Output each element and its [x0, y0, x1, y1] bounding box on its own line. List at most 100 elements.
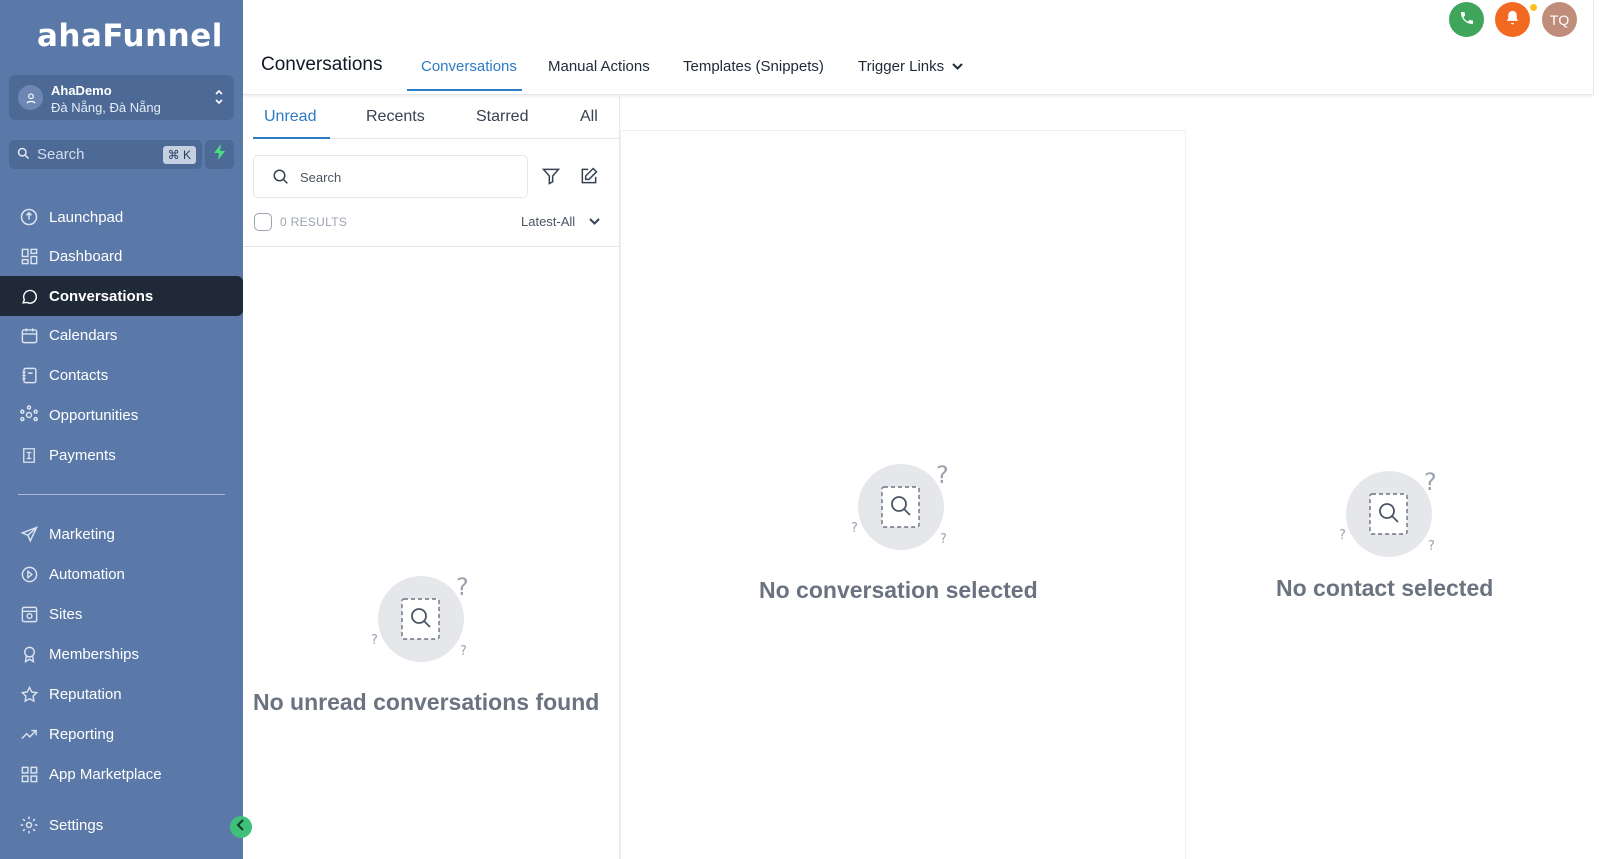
select-all-checkbox[interactable]: [254, 213, 272, 231]
nav-reporting-label: Reporting: [49, 725, 115, 743]
nav-conversations-label: Conversations: [49, 287, 154, 305]
nav-automation-label: Automation: [49, 565, 125, 583]
search-shortcut-badge: ⌘ K: [162, 146, 196, 164]
svg-text:?: ?: [456, 573, 469, 601]
nav-marketing-label: Marketing: [49, 525, 115, 543]
nav-calendars-label: Calendars: [49, 326, 118, 344]
nav-launchpad[interactable]: Launchpad: [0, 197, 243, 237]
tab-templates-snippets[interactable]: Templates (Snippets): [683, 58, 824, 75]
calendar-icon: [18, 324, 40, 346]
nav-conversations[interactable]: Conversations: [0, 276, 243, 316]
search-icon: [16, 146, 31, 166]
opportunities-icon: [18, 404, 40, 426]
sites-icon: [18, 603, 40, 625]
user-avatar[interactable]: TQ: [1542, 2, 1577, 37]
svg-text:?: ?: [1339, 528, 1346, 543]
nav-memberships[interactable]: Memberships: [0, 634, 243, 674]
no-conversation-message: No conversation selected: [759, 577, 1038, 603]
location-icon: [18, 85, 43, 110]
nav-launchpad-label: Launchpad: [49, 208, 124, 226]
nav-settings[interactable]: Settings: [0, 805, 243, 845]
invoice-icon: [18, 444, 40, 466]
notifications-button[interactable]: [1495, 2, 1530, 37]
nav-app-marketplace[interactable]: App Marketplace: [0, 754, 243, 794]
account-switcher[interactable]: AhaDemo Đà Nẵng, Đà Nẵng: [9, 75, 234, 120]
sidebar: ahaFunnel AhaDemo Đà Nẵng, Đà Nẵng Searc…: [0, 0, 243, 859]
grid-icon: [18, 763, 40, 785]
nav-payments-label: Payments: [49, 446, 116, 464]
empty-search-illustration-icon: ? ? ?: [851, 461, 949, 550]
filter-icon[interactable]: [541, 166, 561, 191]
nav-dashboard[interactable]: Dashboard: [0, 236, 243, 276]
header-right-border: [1593, 0, 1594, 95]
search-icon: [272, 168, 290, 191]
results-count: 0 RESULTS: [280, 215, 348, 229]
list-header-divider: [243, 246, 620, 247]
gear-icon: [18, 814, 40, 836]
nav-automation[interactable]: Automation: [0, 554, 243, 594]
collapse-sidebar-button[interactable]: [230, 816, 252, 838]
svg-text:?: ?: [371, 633, 378, 648]
nav-memberships-label: Memberships: [49, 645, 140, 663]
tab-recents[interactable]: Recents: [366, 108, 425, 126]
chat-bubble-icon: [18, 285, 40, 307]
sort-dropdown-label: Latest-All: [521, 214, 576, 229]
sidebar-divider: [18, 494, 225, 495]
nav-reputation-label: Reputation: [49, 685, 122, 703]
notification-dot: [1529, 3, 1538, 12]
tab-manual-actions[interactable]: Manual Actions: [548, 58, 650, 75]
svg-text:?: ?: [1424, 468, 1437, 496]
phone-button[interactable]: [1449, 2, 1484, 37]
nav-sites[interactable]: Sites: [0, 594, 243, 634]
no-contact-message: No contact selected: [1276, 575, 1494, 601]
nav-calendars[interactable]: Calendars: [0, 315, 243, 355]
app: ahaFunnel AhaDemo Đà Nẵng, Đà Nẵng Searc…: [0, 0, 1600, 859]
contact-detail-panel: ? ? ? No contact selected: [1187, 96, 1593, 859]
conversation-search-placeholder: Search: [300, 170, 342, 185]
nav-reputation[interactable]: Reputation: [0, 674, 243, 714]
nav-dashboard-label: Dashboard: [49, 247, 123, 265]
svg-text:?: ?: [460, 644, 467, 659]
dashboard-icon: [18, 245, 40, 267]
sort-dropdown[interactable]: Latest-All: [521, 214, 600, 229]
page-title: Conversations: [261, 54, 383, 75]
empty-search-illustration-icon: ? ? ?: [371, 573, 469, 662]
badge-icon: [18, 643, 40, 665]
nav-marketing[interactable]: Marketing: [0, 514, 243, 554]
tab-all[interactable]: All: [580, 108, 598, 126]
account-name: AhaDemo: [51, 83, 112, 98]
svg-text:?: ?: [936, 461, 949, 489]
nav-sites-label: Sites: [49, 605, 83, 623]
tab-trigger-links-label: Trigger Links: [858, 58, 945, 75]
quick-actions-button[interactable]: [205, 140, 234, 169]
svg-text:?: ?: [851, 521, 858, 536]
nav-payments[interactable]: Payments: [0, 435, 243, 475]
phone-icon: [1459, 10, 1475, 29]
logo: ahaFunnel: [37, 18, 223, 54]
chevron-updown-icon: [214, 87, 224, 112]
nav-reporting[interactable]: Reporting: [0, 714, 243, 754]
rocket-icon: [18, 206, 40, 228]
tab-conversations[interactable]: Conversations: [421, 58, 517, 75]
account-location: Đà Nẵng, Đà Nẵng: [51, 100, 161, 115]
active-tab-indicator: [407, 89, 522, 91]
nav-opportunities[interactable]: Opportunities: [0, 395, 243, 435]
tab-trigger-links[interactable]: Trigger Links: [858, 58, 963, 75]
tab-starred[interactable]: Starred: [476, 108, 528, 126]
svg-text:?: ?: [940, 532, 947, 547]
nav-settings-label: Settings: [49, 816, 104, 834]
active-subtab-indicator: [253, 137, 330, 139]
sidebar-search-placeholder: Search: [37, 146, 85, 163]
conversation-list-panel: Unread Recents Starred All Search 0 RESU…: [243, 96, 620, 859]
automation-icon: [18, 563, 40, 585]
chevron-down-icon: [952, 62, 963, 71]
nav-opportunities-label: Opportunities: [49, 406, 139, 424]
svg-text:?: ?: [1428, 539, 1435, 554]
nav-contacts[interactable]: Contacts: [0, 355, 243, 395]
conversation-search-input[interactable]: Search: [253, 155, 528, 198]
sidebar-search[interactable]: Search ⌘ K: [9, 140, 202, 169]
chevron-down-icon: [589, 217, 600, 226]
tab-unread[interactable]: Unread: [264, 108, 316, 126]
compose-icon[interactable]: [579, 166, 599, 191]
send-icon: [18, 523, 40, 545]
